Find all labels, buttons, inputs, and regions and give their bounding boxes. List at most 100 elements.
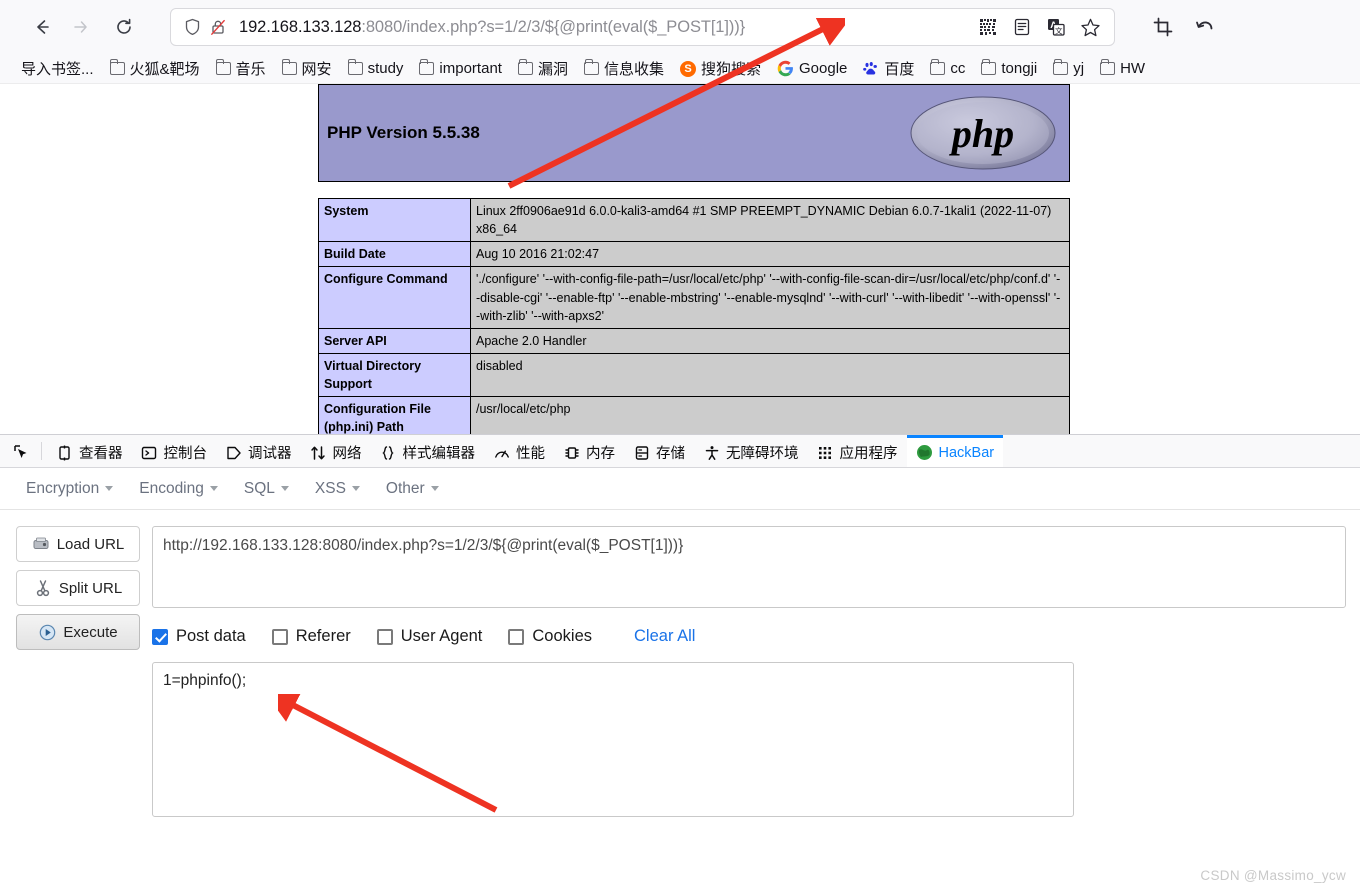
devtools-tabbar: 查看器 控制台 调试器 网络 样式编辑器 性能 内存 存储 无障碍环境 应用程序… bbox=[0, 435, 1360, 468]
tab-hackbar[interactable]: HackBar bbox=[906, 435, 1004, 467]
bookmark-google[interactable]: Google bbox=[770, 58, 854, 79]
menu-label: Other bbox=[385, 479, 425, 497]
back-button[interactable] bbox=[24, 9, 60, 45]
load-url-button[interactable]: Load URL bbox=[16, 526, 140, 562]
menu-encryption[interactable]: Encryption bbox=[14, 474, 125, 504]
bookmark-folder-hw[interactable]: HW bbox=[1093, 58, 1152, 79]
bookmark-folder-wangan[interactable]: 网安 bbox=[275, 56, 339, 81]
bookmark-label: yj bbox=[1073, 60, 1085, 77]
table-value: './configure' '--with-config-file-path=/… bbox=[470, 266, 1070, 329]
hackbar-panel: Encryption Encoding SQL XSS Other Load U… bbox=[0, 468, 1360, 822]
style-editor-icon bbox=[380, 444, 397, 461]
checkbox-box[interactable] bbox=[508, 628, 525, 645]
url-bar[interactable]: 192.168.133.128:8080/index.php?s=1/2/3/$… bbox=[170, 8, 1115, 46]
tab-inspector[interactable]: 查看器 bbox=[47, 435, 132, 467]
bookmark-folder-xinxishouji[interactable]: 信息收集 bbox=[577, 56, 671, 81]
bookmark-star-icon[interactable] bbox=[1074, 11, 1106, 43]
bookmark-folder-loudong[interactable]: 漏洞 bbox=[511, 56, 575, 81]
browser-toolbar: 192.168.133.128:8080/index.php?s=1/2/3/$… bbox=[0, 0, 1360, 54]
bookmark-label: 火狐&靶场 bbox=[129, 61, 200, 78]
bookmark-folder-tongji[interactable]: tongji bbox=[974, 58, 1044, 79]
hackbar-options-row: Post data Referer User Agent Cookies Cle… bbox=[152, 627, 1346, 646]
url-input[interactable] bbox=[152, 526, 1346, 608]
toolbar-divider bbox=[41, 442, 42, 460]
checkbox-label: Post data bbox=[176, 627, 246, 645]
tab-style-editor[interactable]: 样式编辑器 bbox=[371, 435, 485, 467]
table-key: System bbox=[318, 197, 471, 243]
hackbar-actions: Load URL Split URL Execute bbox=[16, 526, 140, 822]
bookmark-import[interactable]: 导入书签... bbox=[14, 56, 101, 81]
bookmark-folder-study[interactable]: study bbox=[341, 58, 411, 79]
translate-icon[interactable]: A 文 bbox=[1040, 11, 1072, 43]
window-right-icons bbox=[1147, 11, 1221, 43]
execute-button[interactable]: Execute bbox=[16, 614, 140, 650]
memory-icon bbox=[563, 444, 580, 461]
tab-console[interactable]: 控制台 bbox=[132, 435, 217, 467]
menu-sql[interactable]: SQL bbox=[232, 474, 301, 504]
tab-label: 应用程序 bbox=[839, 446, 898, 462]
tab-application[interactable]: 应用程序 bbox=[808, 435, 907, 467]
reader-view-icon[interactable] bbox=[1006, 11, 1038, 43]
clear-all-link[interactable]: Clear All bbox=[634, 627, 695, 646]
checkbox-box[interactable] bbox=[271, 628, 288, 645]
php-logo-icon: php bbox=[907, 93, 1059, 173]
phpinfo-table: System Linux 2ff0906ae91d 6.0.0-kali3-am… bbox=[318, 197, 1070, 434]
menu-label: Encoding bbox=[139, 479, 204, 497]
bookmark-label: 搜狗搜索 bbox=[700, 61, 761, 78]
tab-label: 样式编辑器 bbox=[402, 446, 476, 462]
performance-icon bbox=[493, 444, 510, 461]
tab-memory[interactable]: 内存 bbox=[554, 435, 624, 467]
qr-code-icon[interactable] bbox=[972, 11, 1004, 43]
checkbox-user-agent[interactable]: User Agent bbox=[376, 627, 483, 646]
checkbox-box[interactable] bbox=[376, 628, 393, 645]
bookmark-folder-important[interactable]: important bbox=[412, 58, 509, 79]
tab-storage[interactable]: 存储 bbox=[624, 435, 694, 467]
hackbar-inputs: Post data Referer User Agent Cookie bbox=[152, 526, 1346, 822]
tab-network[interactable]: 网络 bbox=[301, 435, 371, 467]
bookmark-label: important bbox=[439, 60, 502, 77]
inspector-icon bbox=[56, 444, 73, 461]
bookmark-folder-huohu[interactable]: 火狐&靶场 bbox=[103, 56, 207, 81]
reload-button[interactable] bbox=[106, 9, 142, 45]
bookmark-sogou[interactable]: S 搜狗搜索 bbox=[673, 56, 768, 81]
tab-label: HackBar bbox=[938, 444, 995, 461]
url-text[interactable]: 192.168.133.128:8080/index.php?s=1/2/3/$… bbox=[231, 18, 972, 37]
menu-other[interactable]: Other bbox=[374, 474, 451, 504]
tracking-protection-off-icon[interactable] bbox=[205, 14, 231, 40]
tab-debugger[interactable]: 调试器 bbox=[216, 435, 301, 467]
forward-button[interactable] bbox=[62, 9, 98, 45]
menu-encoding[interactable]: Encoding bbox=[127, 474, 230, 504]
shield-icon[interactable] bbox=[179, 14, 205, 40]
bookmark-folder-cc[interactable]: cc bbox=[923, 58, 972, 79]
split-url-button[interactable]: Split URL bbox=[16, 570, 140, 606]
table-row: Configuration File (php.ini) Path /usr/l… bbox=[318, 396, 1070, 434]
menu-xss[interactable]: XSS bbox=[303, 474, 372, 504]
undo-icon[interactable] bbox=[1189, 11, 1221, 43]
table-key: Configure Command bbox=[318, 266, 471, 329]
picker-icon bbox=[13, 444, 30, 461]
debugger-icon bbox=[225, 444, 242, 461]
tab-label: 存储 bbox=[656, 446, 685, 462]
checkbox-post-data[interactable]: Post data bbox=[152, 627, 246, 646]
folder-icon bbox=[981, 58, 997, 75]
checkbox-referer[interactable]: Referer bbox=[271, 627, 351, 646]
bookmark-folder-yj[interactable]: yj bbox=[1046, 58, 1091, 79]
tab-accessibility[interactable]: 无障碍环境 bbox=[694, 435, 808, 467]
table-row: Configure Command './configure' '--with-… bbox=[318, 266, 1070, 329]
bookmark-folder-music[interactable]: 音乐 bbox=[209, 56, 273, 81]
post-data-input[interactable] bbox=[152, 662, 1074, 817]
browser-window: 192.168.133.128:8080/index.php?s=1/2/3/$… bbox=[0, 0, 1360, 891]
screenshot-crop-icon[interactable] bbox=[1147, 11, 1179, 43]
bookmark-label: study bbox=[367, 60, 404, 77]
table-row: System Linux 2ff0906ae91d 6.0.0-kali3-am… bbox=[318, 197, 1070, 243]
php-version-title: PHP Version 5.5.38 bbox=[327, 123, 480, 142]
bookmark-baidu[interactable]: 百度 bbox=[856, 56, 921, 81]
element-picker-button[interactable] bbox=[4, 435, 39, 467]
checkbox-box[interactable] bbox=[152, 628, 168, 645]
button-label: Execute bbox=[63, 623, 118, 641]
checkbox-cookies[interactable]: Cookies bbox=[508, 627, 592, 646]
folder-icon bbox=[215, 58, 231, 75]
chevron-down-icon bbox=[351, 486, 360, 491]
checkbox-label: User Agent bbox=[400, 627, 483, 645]
tab-performance[interactable]: 性能 bbox=[484, 435, 554, 467]
